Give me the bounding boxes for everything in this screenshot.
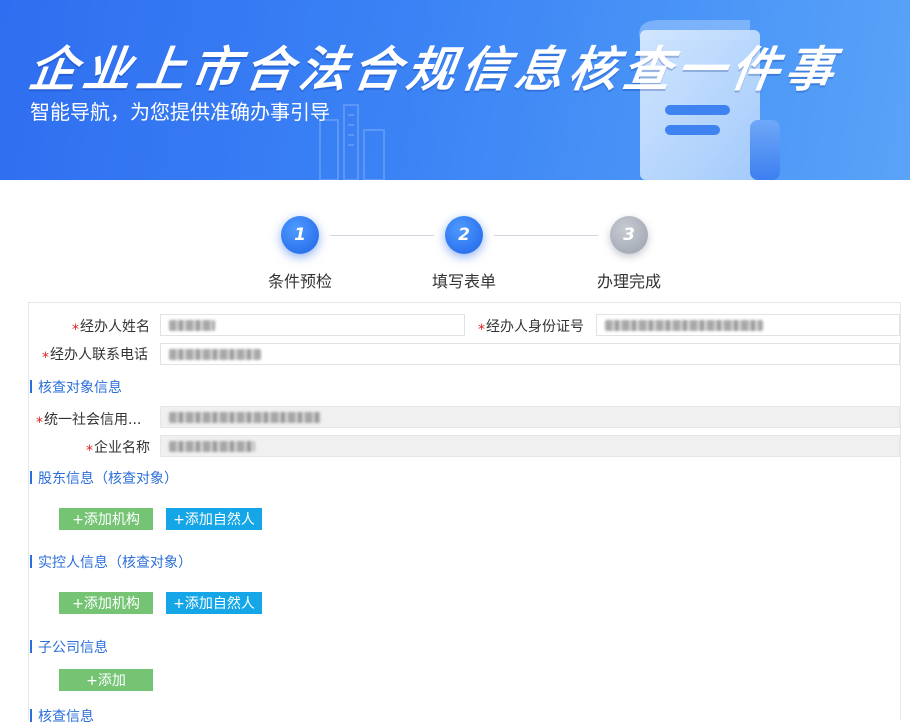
- credit-code-field: [160, 406, 900, 428]
- step-1-label: 条件预检: [268, 272, 333, 291]
- section-check-info: 核查信息: [30, 706, 94, 726]
- agent-id-label: *经办人身份证号: [478, 319, 584, 338]
- add-controller-person-button[interactable]: +添加自然人: [166, 592, 262, 614]
- credit-code-label: *统一社会信用...: [36, 412, 142, 431]
- step-3-label: 办理完成: [597, 272, 662, 291]
- agent-name-field[interactable]: [160, 314, 465, 336]
- agent-id-field[interactable]: [596, 314, 900, 336]
- add-shareholder-org-button[interactable]: +添加机构: [59, 508, 153, 530]
- step-1-circle: 1: [281, 216, 319, 254]
- masked-value: [169, 441, 255, 452]
- section-shareholder-info: 股东信息（核查对象）: [30, 468, 178, 488]
- masked-value: [169, 349, 261, 360]
- step-3-circle: 3: [610, 216, 648, 254]
- section-controller-info: 实控人信息（核查对象）: [30, 552, 192, 572]
- section-subsidiary-info: 子公司信息: [30, 637, 108, 657]
- header-banner: 企业上市合法合规信息核查一件事 智能导航，为您提供准确办事引导: [0, 0, 910, 180]
- step-2-circle: 2: [445, 216, 483, 254]
- masked-value: [605, 320, 763, 331]
- step-connector: [494, 235, 598, 236]
- agent-name-label: *经办人姓名: [72, 319, 150, 338]
- agent-phone-field[interactable]: [160, 343, 900, 365]
- required-mark: *: [72, 322, 79, 338]
- company-name-field: [160, 435, 900, 457]
- company-name-label: *企业名称: [86, 440, 150, 459]
- add-shareholder-person-button[interactable]: +添加自然人: [166, 508, 262, 530]
- masked-value: [169, 320, 215, 331]
- step-2-label: 填写表单: [432, 272, 497, 291]
- add-subsidiary-button[interactable]: +添加: [59, 669, 153, 691]
- section-target-info: 核查对象信息: [30, 377, 122, 397]
- page-subtitle: 智能导航，为您提供准确办事引导: [30, 100, 330, 124]
- step-connector: [330, 235, 434, 236]
- agent-phone-label: *经办人联系电话: [42, 347, 148, 366]
- page-title: 企业上市合法合规信息核查一件事: [25, 42, 844, 98]
- masked-value: [169, 412, 321, 423]
- add-controller-org-button[interactable]: +添加机构: [59, 592, 153, 614]
